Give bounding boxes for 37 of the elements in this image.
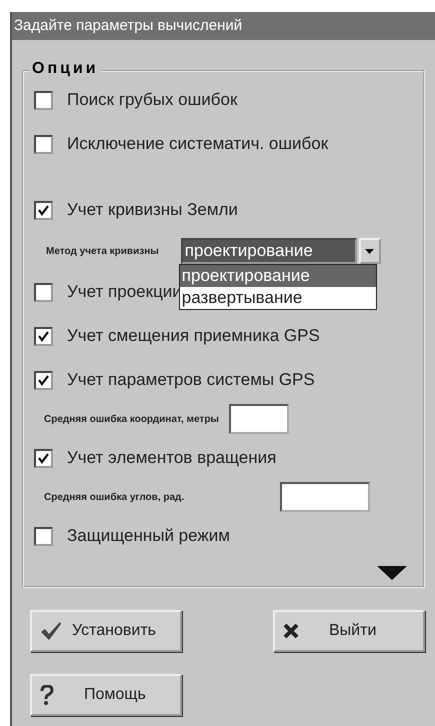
option-label: Учет элементов вращения [67, 448, 276, 468]
option-label: Учет параметров системы GPS [67, 370, 315, 390]
checkbox[interactable] [34, 200, 53, 220]
down-triangle-icon[interactable] [377, 566, 407, 580]
input-field[interactable] [228, 404, 289, 434]
checkmark-icon [38, 204, 49, 216]
option-label: Поиск грубых ошибок [67, 90, 238, 110]
input-field[interactable] [280, 482, 370, 512]
group-title: Опции [30, 60, 101, 78]
field-label: Средняя ошибка углов, рад. [44, 492, 184, 502]
dropdown-option[interactable]: развертывание [180, 287, 376, 309]
close-icon [283, 623, 299, 639]
option-label: Защищенный режим [67, 526, 230, 546]
option-label: Исключение систематич. ошибок [67, 134, 328, 154]
action-button[interactable]: Выйти [273, 610, 425, 652]
action-button[interactable]: Помощь [30, 674, 182, 716]
checkbox[interactable] [34, 282, 53, 302]
field-label: Метод учета кривизны [46, 246, 159, 256]
field-label: Средняя ошибка координат, метры [44, 414, 219, 424]
dropdown-option[interactable]: проектирование [180, 265, 376, 287]
checkbox[interactable] [34, 526, 53, 546]
checkmark-icon [38, 330, 49, 342]
checkbox[interactable] [34, 370, 53, 390]
checkbox[interactable] [34, 90, 53, 110]
action-button[interactable]: Установить [30, 610, 182, 652]
window-title: Задайте параметры вычислений [12, 12, 435, 40]
help-icon [40, 685, 54, 705]
checkbox[interactable] [34, 326, 53, 346]
checkmark-icon [38, 374, 49, 386]
checkbox[interactable] [34, 448, 53, 468]
option-label: Учет проекции [67, 282, 182, 302]
checkbox[interactable] [34, 134, 53, 154]
option-label: Учет кривизны Земли [67, 200, 238, 220]
dropdown-field[interactable]: проектирование [180, 238, 357, 264]
checkmark-icon [38, 452, 49, 464]
option-label: Учет смещения приемника GPS [67, 326, 320, 346]
check-icon [40, 621, 62, 641]
